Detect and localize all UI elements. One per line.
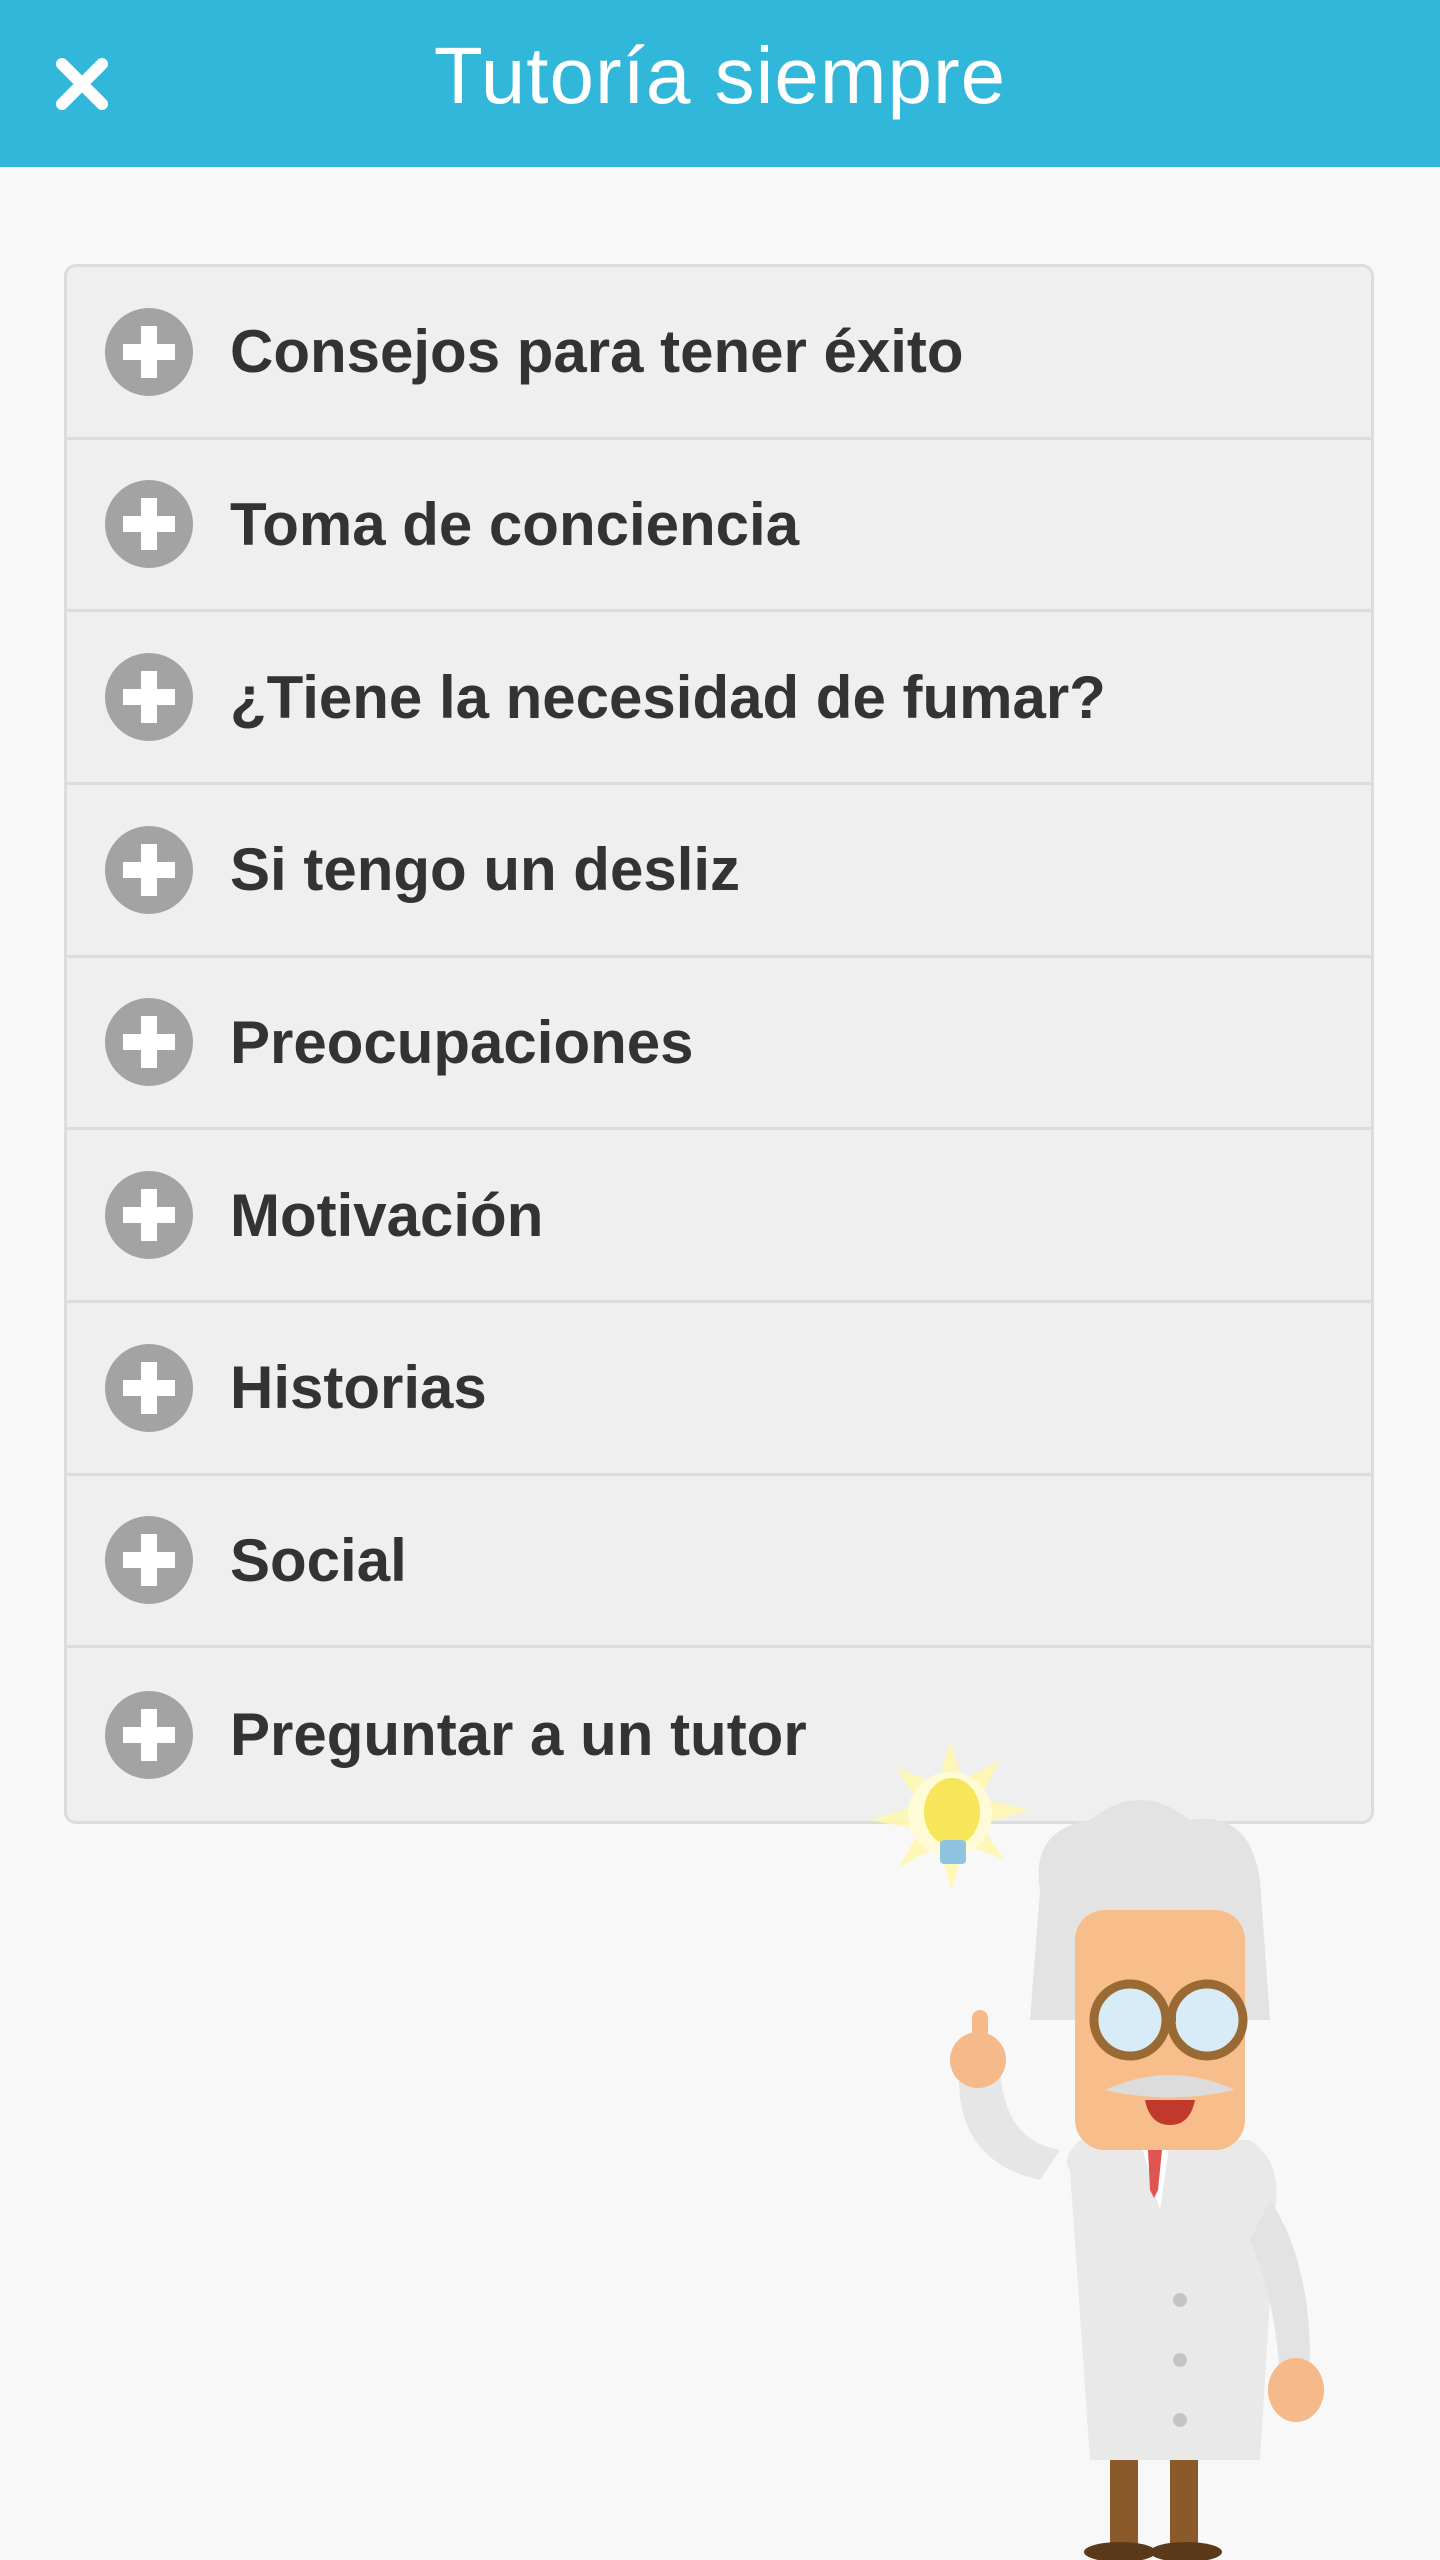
plus-circle-icon bbox=[105, 998, 193, 1087]
plus-circle-icon bbox=[105, 1690, 193, 1779]
plus-circle-icon bbox=[105, 1171, 193, 1260]
accordion-item-label: Consejos para tener éxito bbox=[230, 318, 964, 386]
accordion-item-historias[interactable]: Historias bbox=[67, 1303, 1371, 1476]
accordion-item-motivacion[interactable]: Motivación bbox=[67, 1130, 1371, 1303]
plus-circle-icon bbox=[105, 1516, 193, 1605]
lightbulb-icon bbox=[870, 1740, 1030, 1890]
accordion-item-preocupaciones[interactable]: Preocupaciones bbox=[67, 958, 1371, 1131]
accordion-item-label: Historias bbox=[230, 1354, 487, 1422]
accordion-item-toma-de-conciencia[interactable]: Toma de conciencia bbox=[67, 440, 1371, 613]
accordion-item-desliz[interactable]: Si tengo un desliz bbox=[67, 785, 1371, 958]
accordion-item-label: Toma de conciencia bbox=[230, 490, 800, 558]
accordion-item-label: Preocupaciones bbox=[230, 1008, 694, 1076]
app-header: Tutoría siempre bbox=[0, 0, 1440, 167]
plus-circle-icon bbox=[105, 480, 193, 569]
accordion-item-necesidad-de-fumar[interactable]: ¿Tiene la necesidad de fumar? bbox=[67, 612, 1371, 785]
plus-circle-icon bbox=[105, 1343, 193, 1432]
page-title: Tutoría siempre bbox=[433, 31, 1007, 120]
accordion-item-label: Social bbox=[230, 1526, 407, 1594]
plus-circle-icon bbox=[105, 825, 193, 914]
accordion-item-label: Motivación bbox=[230, 1181, 544, 1249]
topics-accordion: Consejos para tener éxito Toma de concie… bbox=[64, 264, 1374, 1824]
accordion-item-consejos[interactable]: Consejos para tener éxito bbox=[67, 267, 1371, 440]
plus-circle-icon bbox=[105, 653, 193, 742]
accordion-item-label: Si tengo un desliz bbox=[230, 836, 741, 904]
accordion-item-label: Preguntar a un tutor bbox=[230, 1701, 807, 1769]
accordion-item-label: ¿Tiene la necesidad de fumar? bbox=[230, 663, 1106, 731]
accordion-item-social[interactable]: Social bbox=[67, 1476, 1371, 1649]
plus-circle-icon bbox=[105, 307, 193, 396]
professor-illustration bbox=[870, 1740, 1324, 2560]
